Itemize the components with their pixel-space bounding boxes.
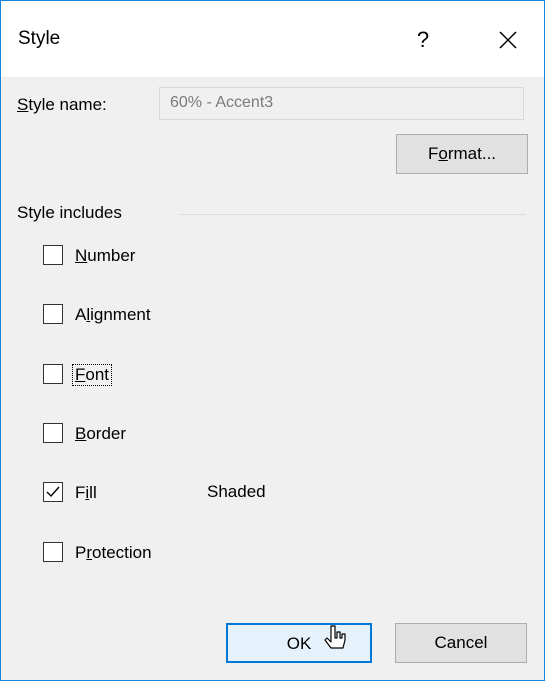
style-name-input[interactable]: 60% - Accent3 — [159, 87, 524, 120]
protection-label: Protection — [75, 543, 152, 562]
close-button[interactable] — [491, 23, 525, 57]
format-button-label: Format... — [427, 144, 497, 163]
mouse-pointer-icon — [324, 625, 346, 649]
style-includes-label: Style includes — [17, 203, 122, 222]
fill-label: Fill — [75, 483, 97, 502]
dialog-body: Style name: 60% - Accent3 Format... Styl… — [1, 77, 544, 680]
fill-detail-text: Shaded — [207, 482, 266, 501]
group-divider — [179, 214, 526, 215]
font-checkbox[interactable] — [43, 364, 63, 384]
border-label: Border — [75, 424, 127, 443]
dialog-title: Style — [18, 28, 61, 49]
cancel-button[interactable]: Cancel — [395, 623, 527, 663]
protection-checkbox[interactable] — [43, 542, 63, 562]
font-label: Font — [71, 364, 113, 386]
alignment-checkbox[interactable] — [43, 304, 63, 324]
alignment-label: Alignment — [75, 305, 151, 324]
title-bar: Style ? — [1, 1, 544, 77]
style-name-label: Style name: — [17, 95, 107, 114]
number-label: Number — [75, 246, 136, 265]
format-button[interactable]: Format... — [396, 134, 528, 174]
checkmark-icon — [46, 486, 60, 498]
number-checkbox[interactable] — [43, 245, 63, 265]
help-button[interactable]: ? — [406, 23, 440, 57]
border-checkbox[interactable] — [43, 423, 63, 443]
fill-checkbox[interactable] — [43, 482, 63, 502]
style-dialog: Style ? Style name: 60% - Accent3 Format… — [0, 0, 545, 681]
close-icon — [499, 31, 517, 49]
